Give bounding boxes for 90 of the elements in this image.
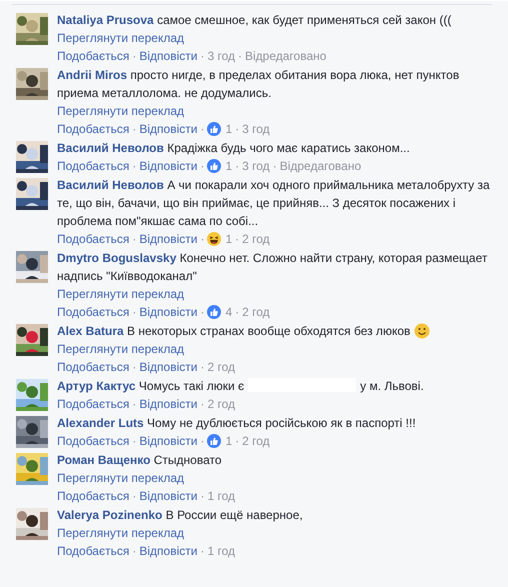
reply-link[interactable]: Відповісти [139, 395, 198, 413]
separator-dot: · [132, 231, 136, 248]
see-translation-link[interactable]: Переглянути переклад [57, 471, 184, 485]
separator-dot: · [235, 433, 240, 450]
comment-text: Dmytro Boguslavsky Конечно нет. Сложно найти страну, которая размещает надпись "Київводоканал" [57, 250, 488, 285]
separator-dot: · [132, 488, 136, 505]
comment-text: Роман Ващенко Стыдновато [57, 452, 223, 469]
separator-dot: · [132, 433, 136, 450]
separator-dot: · [132, 543, 136, 560]
reply-link[interactable]: Відповісти [139, 157, 198, 175]
see-translation-link[interactable]: Переглянути переклад [57, 287, 184, 301]
reaction-count[interactable]: 1 [225, 157, 232, 175]
see-translation-link[interactable]: Переглянути переклад [57, 526, 184, 540]
separator-dot: · [132, 359, 136, 376]
like-link[interactable]: Подобається [57, 120, 130, 138]
separator-dot: · [235, 304, 240, 321]
comment-author[interactable]: Василий Неволов [57, 141, 164, 155]
reply-link[interactable]: Відповісти [139, 487, 198, 505]
separator-dot: · [235, 158, 240, 175]
separator-dot: · [200, 121, 204, 138]
reply-link[interactable]: Відповісти [139, 432, 198, 450]
comment-text: Alex Batura В некоторых странах вообще обходятся без люков [57, 322, 496, 340]
separator-dot: · [272, 158, 277, 175]
comment-text: Nataliya Prusova самое смешное, как будет применяться сей закон ((( [57, 12, 452, 29]
reply-link[interactable]: Відповісти [139, 542, 198, 560]
separator-dot: · [238, 48, 242, 65]
separator-dot: · [132, 304, 136, 321]
separator-dot: · [200, 433, 204, 450]
comment-author[interactable]: Dmytro Boguslavsky [57, 251, 176, 265]
edited-label[interactable]: Відредаговано [280, 157, 362, 175]
reply-link[interactable]: Відповісти [139, 303, 198, 321]
separator-dot: · [200, 158, 204, 175]
timestamp[interactable]: 3 год [242, 120, 270, 138]
timestamp[interactable]: 2 год [207, 395, 235, 413]
comment-text: Василий Неволов А чи покарали хоч одного приймальника металобрухту за те, що він, бачачи, що він приймає, це прийняв... З десяток посажених і проблема пом"якшає сама по собі... [57, 177, 491, 230]
edited-label[interactable]: Відредаговано [245, 47, 326, 65]
like-link[interactable]: Подобається [57, 395, 130, 413]
comment-author[interactable]: Valerya Pozinenko [57, 508, 162, 522]
timestamp[interactable]: 3 год [242, 157, 270, 175]
separator-dot: · [200, 488, 204, 505]
reaction-count[interactable]: 1 [225, 432, 232, 450]
comment-text: Alexander Luts Чому не дублюється російською як в паспорті !!! [57, 415, 417, 432]
timestamp[interactable]: 1 год [207, 487, 235, 505]
comment-author[interactable]: Артур Кактус [57, 379, 136, 393]
comment-author[interactable]: Alex Batura [57, 324, 124, 338]
timestamp[interactable]: 2 год [242, 230, 270, 248]
like-link[interactable]: Подобається [57, 487, 130, 505]
separator-dot: · [200, 48, 204, 65]
comment-text: Andrii Miros просто нигде, в пределах обитания вора люка, нет пунктов приема металлолома. не додумались. [57, 67, 460, 102]
like-link[interactable]: Подобається [57, 303, 130, 321]
timestamp[interactable]: 2 год [242, 432, 270, 450]
separator-dot: · [132, 48, 136, 65]
separator-dot: · [200, 396, 204, 413]
comment-author[interactable]: Andrii Miros [57, 68, 128, 82]
timestamp[interactable]: 3 год [207, 47, 235, 65]
reply-link[interactable]: Відповісти [139, 120, 198, 138]
reaction-count[interactable]: 1 [225, 120, 232, 138]
see-translation-link[interactable]: Переглянути переклад [57, 104, 184, 118]
like-link[interactable]: Подобається [57, 47, 130, 65]
like-link[interactable]: Подобається [57, 358, 130, 376]
comment-text: Василий Неволов Крадіжка будь чого має каратись законом... [57, 140, 411, 157]
see-translation-link[interactable]: Переглянути переклад [57, 31, 184, 45]
comment-author[interactable]: Alexander Luts [57, 416, 144, 430]
separator-dot: · [200, 543, 204, 560]
comment-author[interactable]: Роман Ващенко [57, 453, 150, 467]
like-link[interactable]: Подобається [57, 230, 130, 248]
reaction-count[interactable]: 1 [225, 230, 232, 248]
like-link[interactable]: Подобається [57, 432, 130, 450]
separator-dot: · [235, 121, 240, 138]
timestamp[interactable]: 2 год [242, 303, 270, 321]
comment-author[interactable]: Nataliya Prusova [57, 13, 154, 27]
like-link[interactable]: Подобається [57, 542, 130, 560]
separator-dot: · [132, 158, 136, 175]
comment-author[interactable]: Василий Неволов [57, 178, 164, 192]
comment-text: Valerya Pozinenko В России ещё наверное, [57, 507, 304, 524]
like-link[interactable]: Подобається [57, 157, 130, 175]
timestamp[interactable]: 2 год [207, 358, 235, 376]
separator-dot: · [200, 304, 204, 321]
see-translation-link[interactable]: Переглянути переклад [57, 342, 184, 356]
comment-text: Артур Кактус Чомусь такі люки є у м. Львові. [57, 377, 425, 395]
reply-link[interactable]: Відповісти [139, 47, 198, 65]
separator-dot: · [132, 121, 136, 138]
reply-link[interactable]: Відповісти [139, 358, 198, 376]
reaction-count[interactable]: 4 [225, 303, 232, 321]
reply-link[interactable]: Відповісти [139, 230, 198, 248]
timestamp[interactable]: 1 год [207, 542, 235, 560]
separator-dot: · [200, 359, 204, 376]
separator-dot: · [200, 231, 204, 248]
separator-dot: · [132, 396, 136, 413]
separator-dot: · [235, 231, 240, 248]
